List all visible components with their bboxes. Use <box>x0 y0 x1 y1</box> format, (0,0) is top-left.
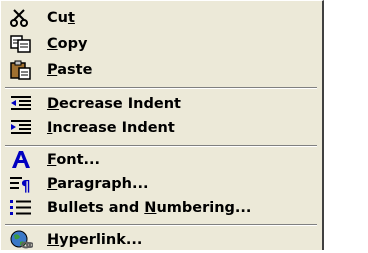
decrease-indent-icon <box>11 96 31 110</box>
menu-item-bullets-numbering[interactable]: Bullets and Numbering... <box>1 195 321 221</box>
menu-item-font[interactable]: Font... <box>1 147 321 173</box>
menu-item-label: Decrease Indent <box>47 96 181 112</box>
menu-item-label: Copy <box>47 36 88 52</box>
paragraph-icon: ¶ <box>10 177 31 194</box>
font-a-icon <box>12 151 30 168</box>
menu-separator <box>5 224 317 226</box>
bullets-numbering-icon <box>10 200 31 215</box>
menu-item-paragraph[interactable]: ¶ Paragraph... <box>1 171 321 197</box>
menu-item-label: Font... <box>47 152 101 168</box>
menu-item-label: Hyperlink... <box>47 232 143 248</box>
copy-icon <box>10 35 31 53</box>
menu-item-paste[interactable]: Paste <box>1 57 321 83</box>
context-menu: Cut Copy Paste Decrease Indent Increase … <box>0 0 324 250</box>
scissors-icon <box>10 9 28 27</box>
menu-item-label: Paste <box>47 62 93 78</box>
hyperlink-globe-icon <box>10 230 33 249</box>
menu-item-label: Bullets and Numbering... <box>47 200 252 216</box>
increase-indent-icon <box>11 120 31 134</box>
menu-item-decrease-indent[interactable]: Decrease Indent <box>1 91 321 117</box>
menu-separator <box>5 87 317 89</box>
menu-item-cut[interactable]: Cut <box>1 5 321 31</box>
svg-text:¶: ¶ <box>21 177 31 194</box>
menu-item-label: Cut <box>47 10 75 26</box>
menu-item-hyperlink[interactable]: Hyperlink... <box>1 227 321 253</box>
menu-item-copy[interactable]: Copy <box>1 31 321 57</box>
menu-item-label: Increase Indent <box>47 120 175 136</box>
menu-item-increase-indent[interactable]: Increase Indent <box>1 115 321 141</box>
clipboard-paste-icon <box>10 60 31 80</box>
menu-item-label: Paragraph... <box>47 176 149 192</box>
